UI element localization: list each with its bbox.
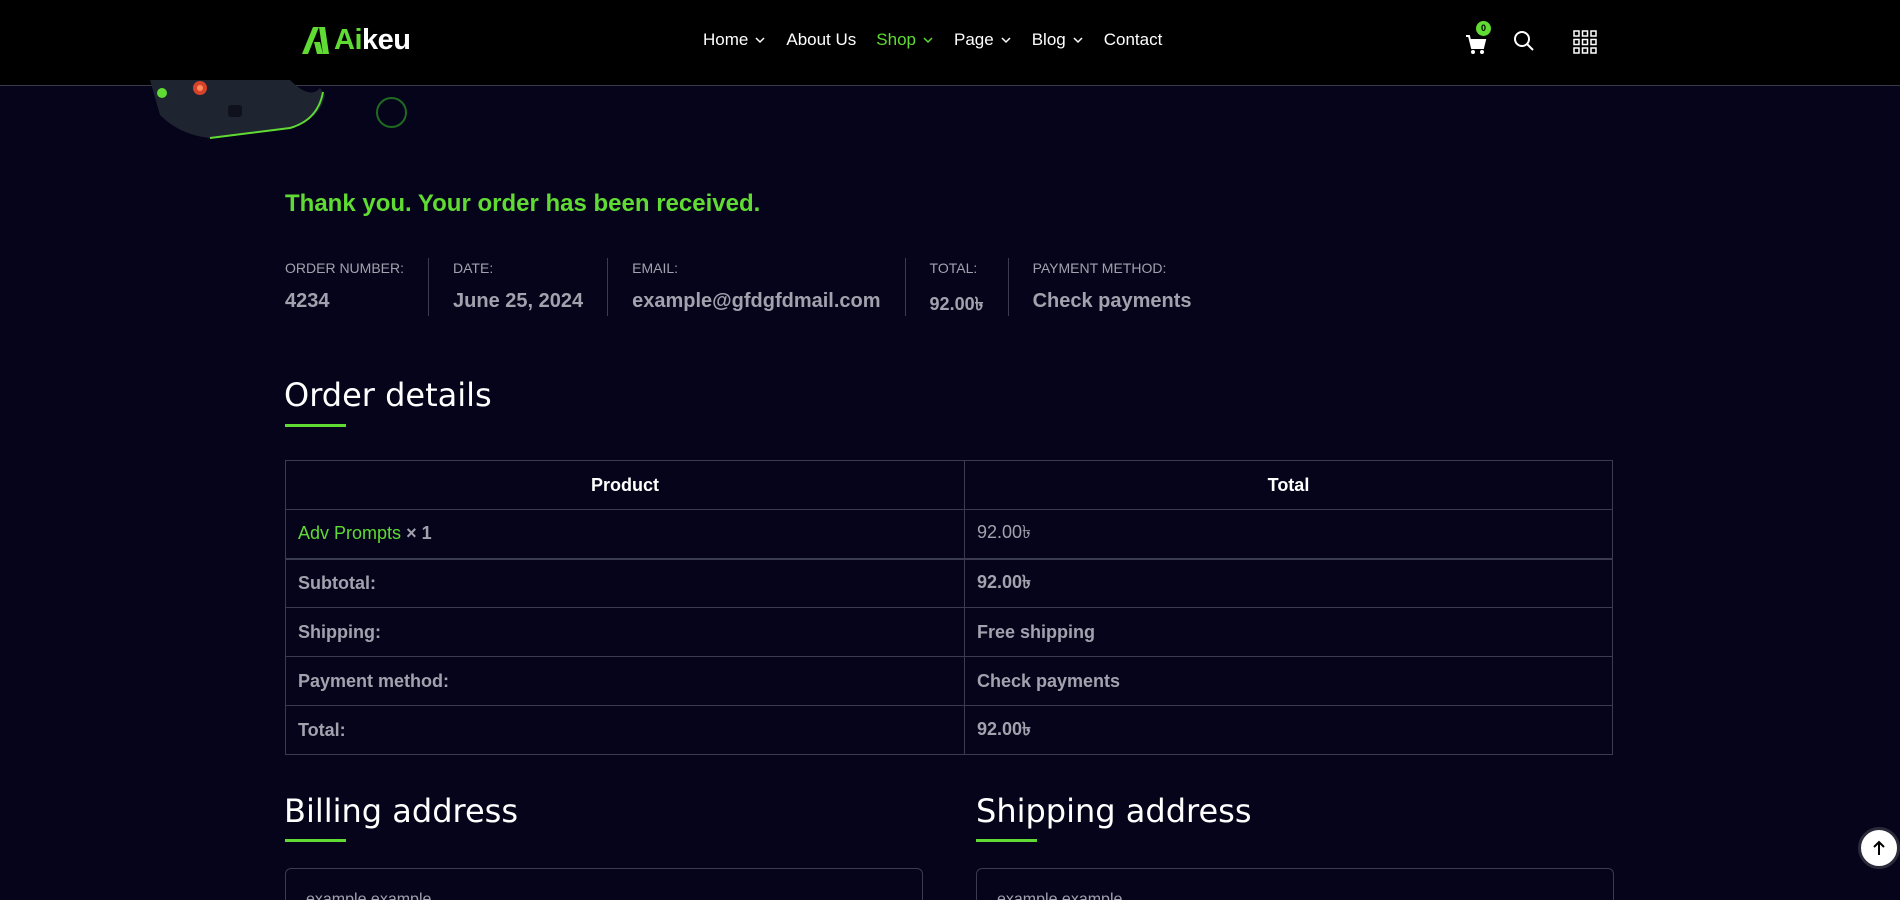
nav-label: About Us bbox=[786, 30, 857, 49]
overview-label: ORDER NUMBER: bbox=[285, 260, 405, 276]
title-underline bbox=[976, 839, 1037, 842]
chevron-down-icon bbox=[1073, 37, 1083, 44]
grid-menu-icon[interactable] bbox=[1573, 30, 1597, 54]
table-row-item: Adv Prompts × 1 92.00৳ bbox=[285, 509, 1613, 559]
table-row-payment-method: Payment method: Check payments bbox=[285, 656, 1613, 706]
overview-email: EMAIL: example@gfdgfdmail.com bbox=[607, 258, 904, 316]
logo-text-rest: keu bbox=[362, 23, 411, 56]
overview-label: TOTAL: bbox=[929, 260, 978, 276]
overview-value: example@gfdgfdmail.com bbox=[632, 290, 881, 312]
nav-item-page[interactable]: Page bbox=[954, 28, 1012, 52]
billing-name: example example bbox=[306, 891, 432, 900]
order-details-title: Order details bbox=[284, 376, 492, 414]
title-underline bbox=[285, 424, 346, 427]
decorative-robot-graphic bbox=[150, 80, 325, 139]
overview-value: 4234 bbox=[285, 290, 330, 312]
table-header-row: Product Total bbox=[285, 460, 1613, 510]
arrow-up-icon bbox=[1873, 840, 1885, 855]
overview-label: EMAIL: bbox=[632, 260, 679, 276]
row-value: 92.00৳ bbox=[964, 557, 1613, 608]
logo-text: Aikeu bbox=[334, 23, 411, 57]
column-header-product: Product bbox=[285, 460, 965, 510]
overview-value: 92.00৳ bbox=[929, 294, 984, 314]
overview-order-number: ORDER NUMBER: 4234 bbox=[285, 258, 428, 316]
decorative-circle bbox=[376, 97, 407, 128]
title-underline bbox=[285, 839, 346, 842]
column-header-total: Total bbox=[964, 460, 1613, 510]
overview-label: DATE: bbox=[453, 260, 494, 276]
shipping-address-box: example example bbox=[976, 868, 1614, 900]
nav-label: Shop bbox=[876, 30, 916, 49]
row-label: Subtotal: bbox=[285, 557, 965, 608]
order-overview: ORDER NUMBER: 4234 DATE: June 25, 2024 E… bbox=[285, 258, 1216, 316]
order-details-table: Product Total Adv Prompts × 1 92.00৳ Sub… bbox=[285, 460, 1613, 755]
nav-label: Home bbox=[703, 30, 749, 49]
nav-label: Page bbox=[954, 30, 994, 49]
table-row-total: Total: 92.00৳ bbox=[285, 705, 1613, 755]
item-cell: Adv Prompts × 1 bbox=[285, 509, 965, 559]
product-quantity: × 1 bbox=[406, 523, 432, 544]
shipping-name: example example bbox=[997, 891, 1123, 900]
row-value: Check payments bbox=[964, 656, 1613, 706]
nav-label: Blog bbox=[1031, 30, 1066, 49]
logo-text-ai: Ai bbox=[334, 23, 363, 56]
chevron-down-icon bbox=[1001, 37, 1011, 44]
nav-item-blog[interactable]: Blog bbox=[1032, 28, 1084, 52]
nav-item-about-us[interactable]: About Us bbox=[786, 28, 856, 52]
item-total: 92.00৳ bbox=[964, 509, 1613, 559]
nav-label: Contact bbox=[1103, 30, 1163, 49]
nav-item-home[interactable]: Home bbox=[703, 28, 766, 52]
order-received-message: Thank you. Your order has been received. bbox=[285, 190, 761, 217]
shipping-address-title: Shipping address bbox=[976, 792, 1252, 830]
nav-item-shop[interactable]: Shop bbox=[876, 28, 934, 52]
site-header: Aikeu Home About Us Shop Page Blog Conta… bbox=[0, 0, 1900, 86]
overview-total: TOTAL: 92.00৳ bbox=[904, 258, 1008, 316]
nav-item-contact[interactable]: Contact bbox=[1104, 28, 1163, 52]
row-value: 92.00৳ bbox=[964, 705, 1613, 755]
chevron-down-icon bbox=[755, 37, 765, 44]
site-logo[interactable]: Aikeu bbox=[300, 23, 411, 57]
search-icon[interactable] bbox=[1513, 30, 1535, 52]
overview-label: PAYMENT METHOD: bbox=[1032, 260, 1167, 276]
product-link[interactable]: Adv Prompts bbox=[298, 523, 401, 543]
row-label: Total: bbox=[285, 705, 965, 755]
scroll-to-top-button[interactable] bbox=[1858, 827, 1900, 869]
row-value: Free shipping bbox=[964, 607, 1613, 657]
billing-address-box: example example bbox=[285, 868, 923, 900]
cart-count-badge: 0 bbox=[1476, 21, 1491, 36]
main-nav: Home About Us Shop Page Blog Contact bbox=[703, 28, 1182, 52]
cart-icon[interactable] bbox=[1465, 34, 1487, 56]
overview-date: DATE: June 25, 2024 bbox=[428, 258, 607, 316]
table-row-shipping: Shipping: Free shipping bbox=[285, 607, 1613, 657]
row-label: Shipping: bbox=[285, 607, 965, 657]
table-row-subtotal: Subtotal: 92.00৳ bbox=[285, 557, 1613, 608]
chevron-down-icon bbox=[923, 37, 933, 44]
overview-payment-method: PAYMENT METHOD: Check payments bbox=[1007, 258, 1216, 316]
overview-value: Check payments bbox=[1032, 290, 1192, 312]
row-label: Payment method: bbox=[285, 656, 965, 706]
billing-address-title: Billing address bbox=[284, 792, 518, 830]
logo-mark-icon bbox=[302, 27, 329, 54]
overview-value: June 25, 2024 bbox=[453, 290, 584, 312]
